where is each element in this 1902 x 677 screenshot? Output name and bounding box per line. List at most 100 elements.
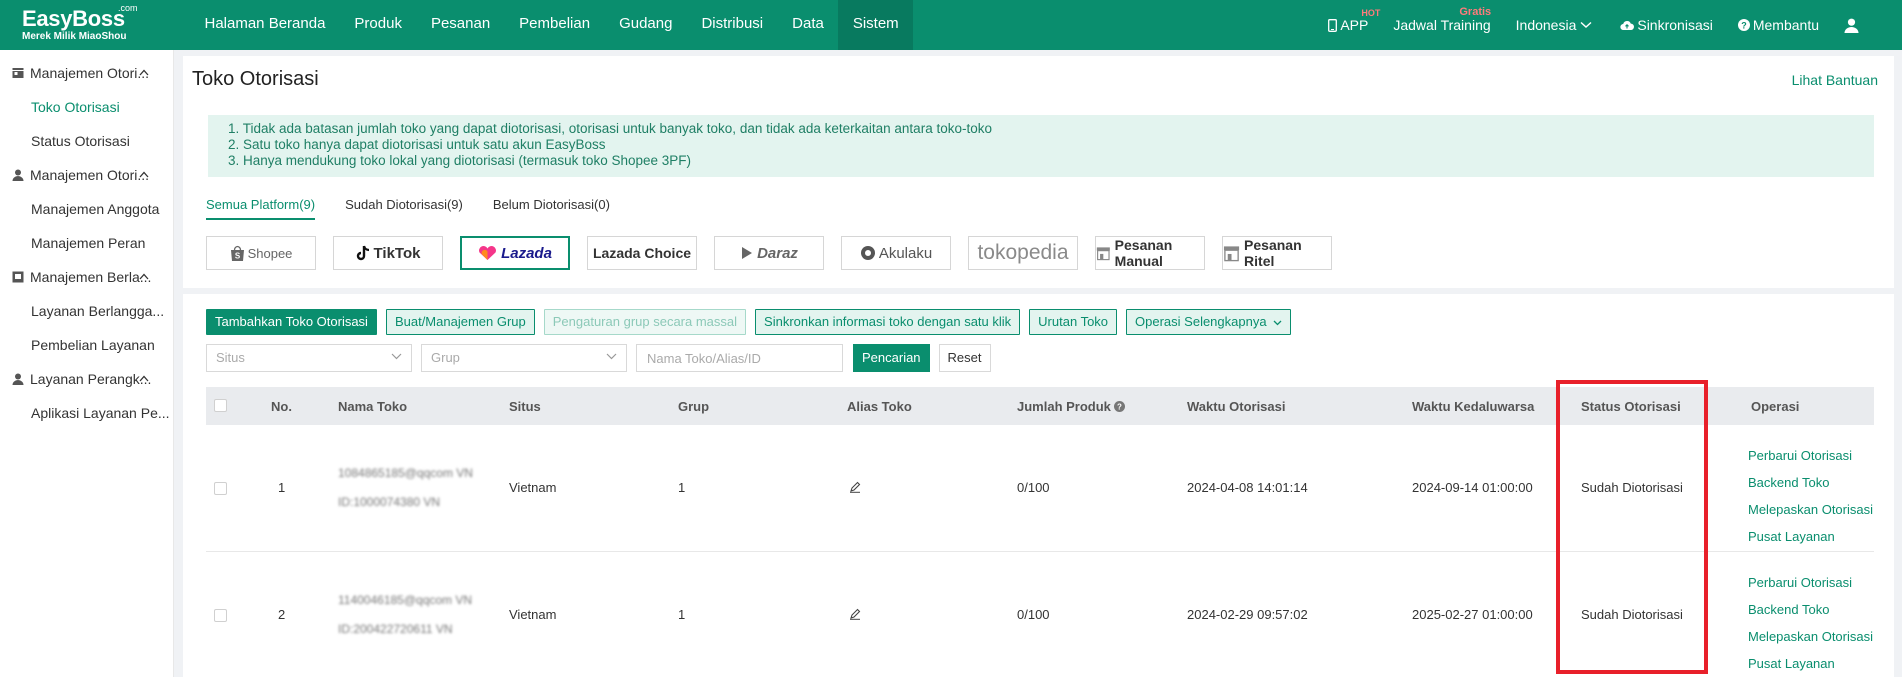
training-link[interactable]: Jadwal Training Gratis: [1393, 6, 1491, 33]
svg-text:S: S: [234, 251, 240, 260]
store-order-button[interactable]: Urutan Toko: [1029, 309, 1118, 335]
row-operations: Perbarui Otorisasi Backend Toko Melepask…: [1748, 442, 1873, 550]
sidebar-item-manajemen-anggota[interactable]: Manajemen Anggota: [0, 192, 173, 226]
edit-alias-icon[interactable]: [849, 481, 861, 496]
release-auth-link[interactable]: Melepaskan Otorisasi: [1748, 623, 1873, 650]
select-all-checkbox[interactable]: [214, 399, 227, 412]
store-icon: [1096, 246, 1110, 260]
nav-produk[interactable]: Produk: [340, 0, 417, 50]
sidebar-item-aplikasi-layanan[interactable]: Aplikasi Layanan Pe...: [0, 396, 173, 430]
chevron-up-icon: [139, 69, 149, 76]
sync-store-button[interactable]: Sinkronkan informasi toko dengan satu kl…: [755, 309, 1021, 335]
nav-home[interactable]: Halaman Beranda: [190, 0, 340, 50]
app-link[interactable]: APP HOT: [1328, 8, 1380, 33]
language-select[interactable]: Indonesia: [1516, 17, 1596, 33]
platform-lazada-choice[interactable]: Lazada Choice: [587, 236, 697, 270]
service-center-link[interactable]: Pusat Layanan: [1748, 650, 1873, 677]
chevron-down-icon: [606, 353, 617, 360]
add-store-button[interactable]: Tambahkan Toko Otorisasi: [206, 309, 377, 335]
brand-tagline: Merek Milik MiaoShou: [22, 31, 127, 42]
service-center-link[interactable]: Pusat Layanan: [1748, 523, 1873, 550]
reset-button[interactable]: Reset: [938, 344, 991, 372]
bulk-group-button[interactable]: Pengaturan grup secara massal: [543, 309, 747, 335]
tab-sudah-diotorisasi[interactable]: Sudah Diotorisasi(9): [345, 197, 463, 220]
sidebar-item-toko-otorisasi[interactable]: Toko Otorisasi: [0, 90, 173, 124]
platform-label: Akulaku: [878, 244, 933, 262]
person-icon: [12, 169, 24, 181]
platform-tokopedia[interactable]: tokopedia: [968, 236, 1078, 270]
row-checkbox[interactable]: [214, 482, 227, 495]
row-checkbox[interactable]: [214, 609, 227, 622]
app-label: APP: [1340, 17, 1369, 33]
sidebar-item-layanan-berlangganan[interactable]: Layanan Berlangga...: [0, 294, 173, 328]
main-content: Toko Otorisasi Lihat Bantuan 1. Tidak ad…: [174, 50, 1902, 677]
sidebar-group-berlangganan[interactable]: Manajemen Berla...: [0, 260, 173, 294]
store-id: ID:1000074380 VN: [338, 495, 441, 509]
brand-logo[interactable]: EasyBoss .com Merek Milik MiaoShou: [0, 4, 175, 42]
platform-label: Lazada: [501, 244, 552, 262]
store-list-panel: Tambahkan Toko Otorisasi Buat/Manajemen …: [183, 294, 1894, 677]
platform-akulaku[interactable]: Akulaku: [841, 236, 951, 270]
sidebar-group-otorisasi-akun[interactable]: Manajemen Otori...: [0, 158, 173, 192]
nav-sistem[interactable]: Sistem: [838, 0, 914, 50]
app-hot-badge: HOT: [1361, 8, 1381, 18]
nav-gudang[interactable]: Gudang: [605, 0, 687, 50]
user-menu[interactable]: [1844, 18, 1862, 33]
help-link[interactable]: Lihat Bantuan: [1792, 72, 1878, 88]
site-select[interactable]: Situs: [206, 344, 412, 372]
renew-auth-link[interactable]: Perbarui Otorisasi: [1748, 569, 1873, 596]
language-label: Indonesia: [1515, 17, 1577, 33]
question-circle-icon[interactable]: ?: [1113, 400, 1125, 412]
column-header-label: Jumlah Produk: [1017, 398, 1111, 414]
row-operations: Perbarui Otorisasi Backend Toko Melepask…: [1748, 569, 1873, 677]
sidebar-group-layanan-perangkat[interactable]: Layanan Perangk...: [0, 362, 173, 396]
platform-shopee[interactable]: S Shopee: [206, 236, 316, 270]
group-select[interactable]: Grup: [421, 344, 627, 372]
store-name-cell: 1084865185@qqcom VN ID:1000074380 VN: [338, 466, 473, 510]
row-number: 2: [278, 607, 286, 622]
tab-semua-platform[interactable]: Semua Platform(9): [206, 197, 316, 220]
site-select-placeholder: Situs: [216, 350, 245, 365]
platform-pesanan-manual[interactable]: Pesanan Manual: [1095, 236, 1205, 270]
expire-time: 2025-02-27 01:00:00: [1412, 607, 1533, 622]
store-search-input[interactable]: [636, 344, 843, 372]
chevron-up-icon: [139, 273, 149, 280]
store-table: No. Nama Toko Situs Grup Alias Toko Juml…: [206, 387, 1874, 677]
nav-data[interactable]: Data: [778, 0, 839, 50]
edit-alias-icon[interactable]: [849, 608, 861, 623]
table-row: 2 1140046185@qqcom VN ID:200422720611 VN…: [206, 552, 1874, 677]
nav-pembelian[interactable]: Pembelian: [505, 0, 605, 50]
product-count: 0/100: [1017, 607, 1050, 622]
search-button[interactable]: Pencarian: [853, 344, 930, 372]
platform-tiktok[interactable]: TikTok: [333, 236, 443, 270]
more-operations-button[interactable]: Operasi Selengkapnya: [1126, 309, 1292, 335]
table-row: 1 1084865185@qqcom VN ID:1000074380 VN V…: [206, 425, 1874, 552]
nav-distribusi[interactable]: Distribusi: [687, 0, 778, 50]
store-icon: [1223, 245, 1240, 261]
filter-bar: Situs Grup Pencarian Reset: [206, 344, 991, 372]
column-header: Operasi: [1751, 398, 1800, 414]
sidebar-item-status-otorisasi[interactable]: Status Otorisasi: [0, 124, 173, 158]
platform-label: Pesanan Ritel: [1244, 237, 1302, 269]
renew-auth-link[interactable]: Perbarui Otorisasi: [1748, 442, 1873, 469]
sidebar-item-manajemen-peran[interactable]: Manajemen Peran: [0, 226, 173, 260]
store-backend-link[interactable]: Backend Toko: [1748, 469, 1873, 496]
help-menu[interactable]: ? Membantu: [1737, 17, 1819, 33]
store-backend-link[interactable]: Backend Toko: [1748, 596, 1873, 623]
notice-line: 2. Satu toko hanya dapat diotorisasi unt…: [228, 137, 606, 152]
sidebar-item-pembelian-layanan[interactable]: Pembelian Layanan: [0, 328, 173, 362]
release-auth-link[interactable]: Melepaskan Otorisasi: [1748, 496, 1873, 523]
auth-time: 2024-02-29 09:57:02: [1187, 607, 1308, 622]
product-count: 0/100: [1017, 480, 1050, 495]
tab-belum-diotorisasi[interactable]: Belum Diotorisasi(0): [493, 197, 610, 220]
platform-lazada[interactable]: Lazada: [460, 236, 570, 270]
sync-link[interactable]: Sinkronisasi: [1620, 17, 1713, 33]
page-title: Toko Otorisasi: [192, 68, 319, 90]
platform-daraz[interactable]: Daraz: [714, 236, 824, 270]
platform-pesanan-ritel[interactable]: Pesanan Ritel: [1222, 236, 1332, 270]
nav-pesanan[interactable]: Pesanan: [416, 0, 504, 50]
platform-label: Daraz: [757, 244, 798, 262]
sidebar-group-otorisasi-toko[interactable]: Manajemen Otori...: [0, 56, 173, 90]
column-header: Situs: [509, 398, 541, 414]
manage-group-button[interactable]: Buat/Manajemen Grup: [385, 309, 535, 335]
